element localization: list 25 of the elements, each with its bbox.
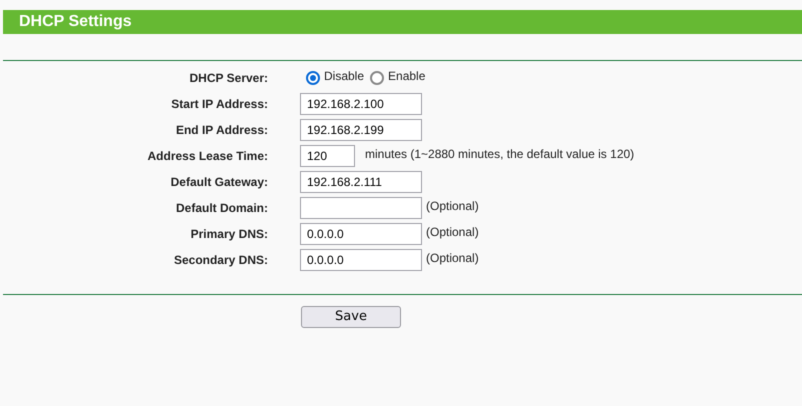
field-note: (Optional) xyxy=(426,250,479,267)
field-label: Default Domain: xyxy=(176,201,268,215)
field-label: Start IP Address: xyxy=(171,97,268,111)
radio-label: Enable xyxy=(388,68,426,85)
field-label: Default Gateway: xyxy=(170,175,268,189)
field-note: (Optional) xyxy=(426,198,479,215)
text-field[interactable]: 0.0.0.0 xyxy=(300,249,422,271)
field-label: DHCP Server: xyxy=(190,71,268,85)
field-note: minutes (1~2880 minutes, the default value is 120) xyxy=(365,146,634,163)
radio-label: Disable xyxy=(324,68,364,85)
radio-button[interactable] xyxy=(306,71,320,85)
field-label: Address Lease Time: xyxy=(148,149,268,163)
text-field[interactable]: 192.168.2.111 xyxy=(300,171,422,193)
text-field[interactable]: 120 xyxy=(300,145,355,167)
field-label: End IP Address: xyxy=(176,123,268,137)
text-field[interactable]: 192.168.2.199 xyxy=(300,119,422,141)
save-button[interactable]: Save xyxy=(301,306,401,328)
text-field[interactable] xyxy=(300,197,422,219)
field-label: Primary DNS: xyxy=(190,227,268,241)
text-field[interactable]: 192.168.2.100 xyxy=(300,93,422,115)
radio-button[interactable] xyxy=(370,71,384,85)
text-field[interactable]: 0.0.0.0 xyxy=(300,223,422,245)
section-header: DHCP Settings xyxy=(3,10,802,34)
field-note: (Optional) xyxy=(426,224,479,241)
field-label: Secondary DNS: xyxy=(174,253,268,267)
